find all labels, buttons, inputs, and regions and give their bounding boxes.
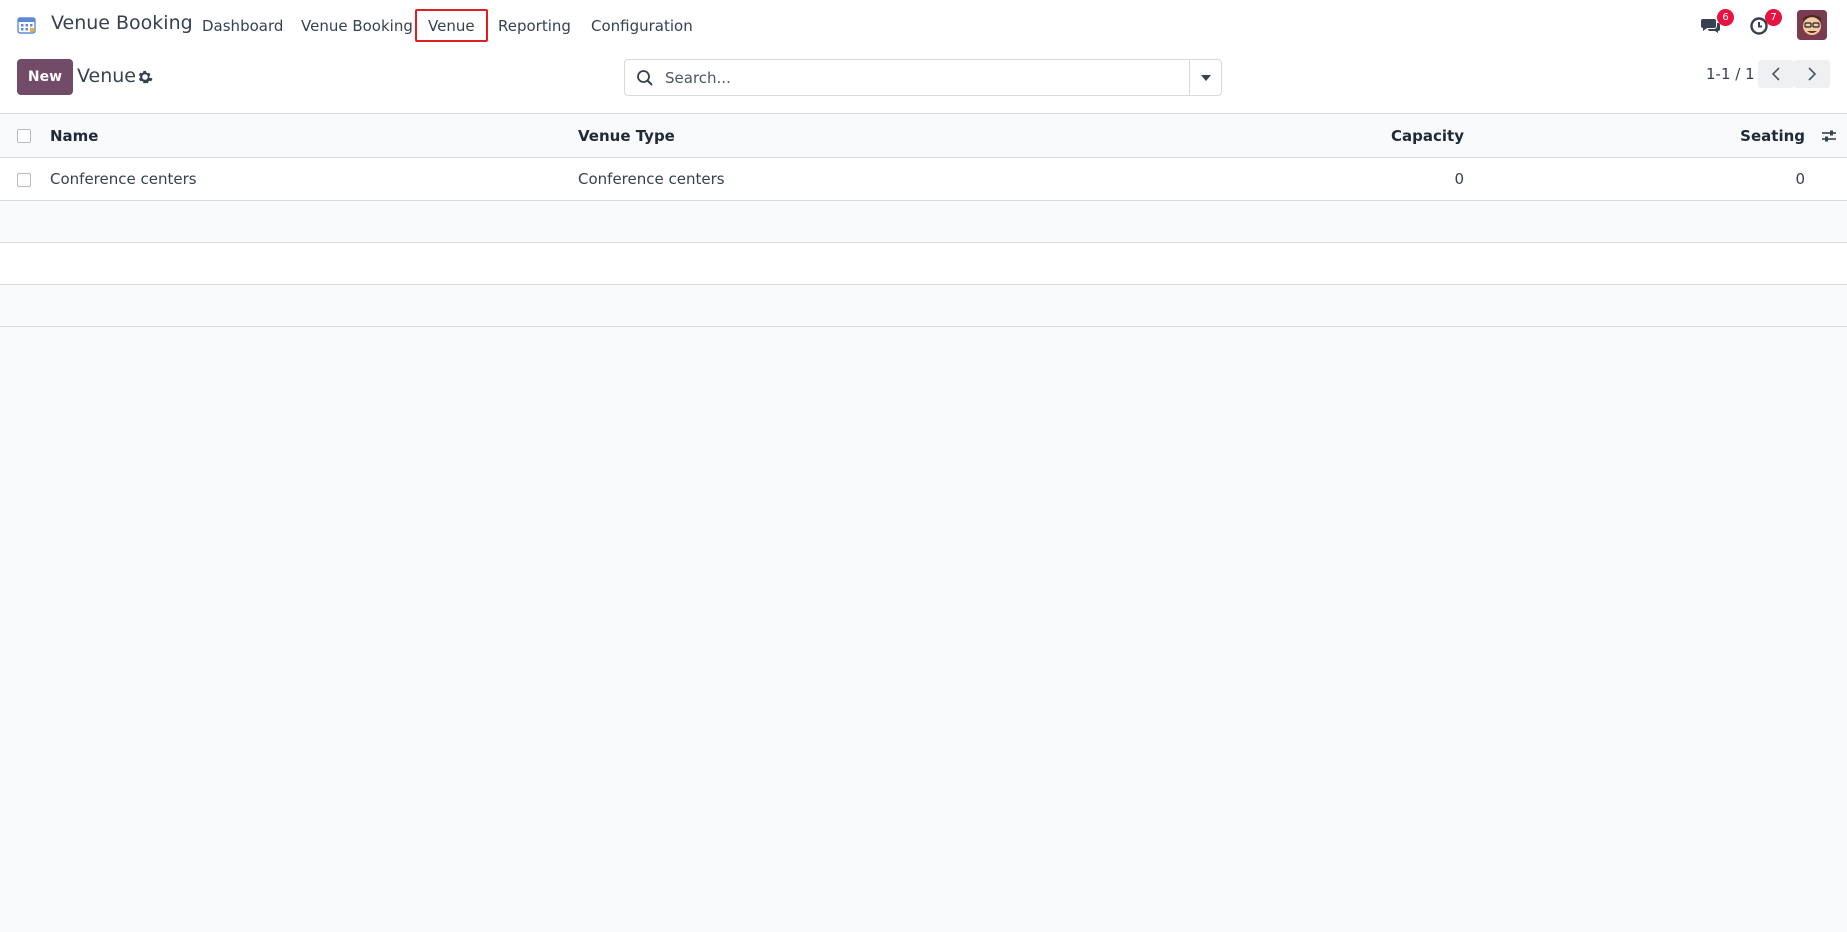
cell-venue-type[interactable]: Conference centers (578, 158, 725, 201)
pager-value[interactable]: 1-1 / 1 (1706, 65, 1755, 83)
cell-name[interactable]: Conference centers (50, 158, 197, 201)
column-header-capacity[interactable]: Capacity (1391, 114, 1464, 157)
control-panel: New Venue 1-1 / 1 (0, 50, 1847, 114)
app-name[interactable]: Venue Booking (51, 12, 193, 34)
menu-dashboard[interactable]: Dashboard (189, 9, 296, 42)
user-avatar[interactable] (1797, 10, 1827, 40)
column-settings-icon[interactable] (1821, 128, 1837, 144)
menu-configuration[interactable]: Configuration (578, 9, 706, 42)
menu-reporting[interactable]: Reporting (485, 9, 584, 42)
search-box (624, 59, 1222, 96)
column-header-seating[interactable]: Seating (1740, 114, 1805, 157)
pager-previous-button[interactable] (1758, 60, 1794, 88)
pager-next-button[interactable] (1794, 60, 1830, 88)
page-title: Venue (77, 65, 136, 87)
table-header-row: Name Venue Type Capacity Seating (0, 114, 1847, 158)
new-button[interactable]: New (17, 59, 73, 95)
row-checkbox[interactable] (17, 173, 31, 187)
chevron-right-icon (1808, 67, 1817, 81)
empty-row (0, 285, 1847, 327)
messages-badge: 6 (1717, 9, 1734, 26)
activities-badge: 7 (1765, 9, 1782, 26)
cell-capacity[interactable]: 0 (1454, 158, 1464, 201)
column-header-name[interactable]: Name (50, 114, 98, 157)
empty-row (0, 243, 1847, 285)
table-row[interactable]: Conference centers Conference centers 0 … (0, 158, 1847, 201)
menu-venue[interactable]: Venue (415, 9, 488, 42)
venue-list-table: Name Venue Type Capacity Seating Confere… (0, 114, 1847, 327)
calendar-app-icon[interactable] (17, 15, 37, 35)
search-input[interactable] (659, 60, 1189, 95)
search-options-toggle[interactable] (1189, 60, 1221, 95)
select-all-checkbox[interactable] (17, 129, 31, 143)
chevron-left-icon (1771, 67, 1780, 81)
search-icon (637, 70, 653, 86)
activities-button[interactable]: 7 (1748, 9, 1782, 36)
top-navbar: Venue Booking Dashboard Venue Booking Ve… (0, 0, 1847, 50)
gear-icon[interactable] (137, 69, 153, 85)
empty-row (0, 201, 1847, 243)
column-header-venue-type[interactable]: Venue Type (578, 114, 675, 157)
avatar-icon (1797, 10, 1827, 40)
messages-button[interactable]: 6 (1700, 9, 1734, 36)
menu-venue-booking[interactable]: Venue Booking (288, 9, 426, 42)
cell-seating[interactable]: 0 (1795, 158, 1805, 201)
